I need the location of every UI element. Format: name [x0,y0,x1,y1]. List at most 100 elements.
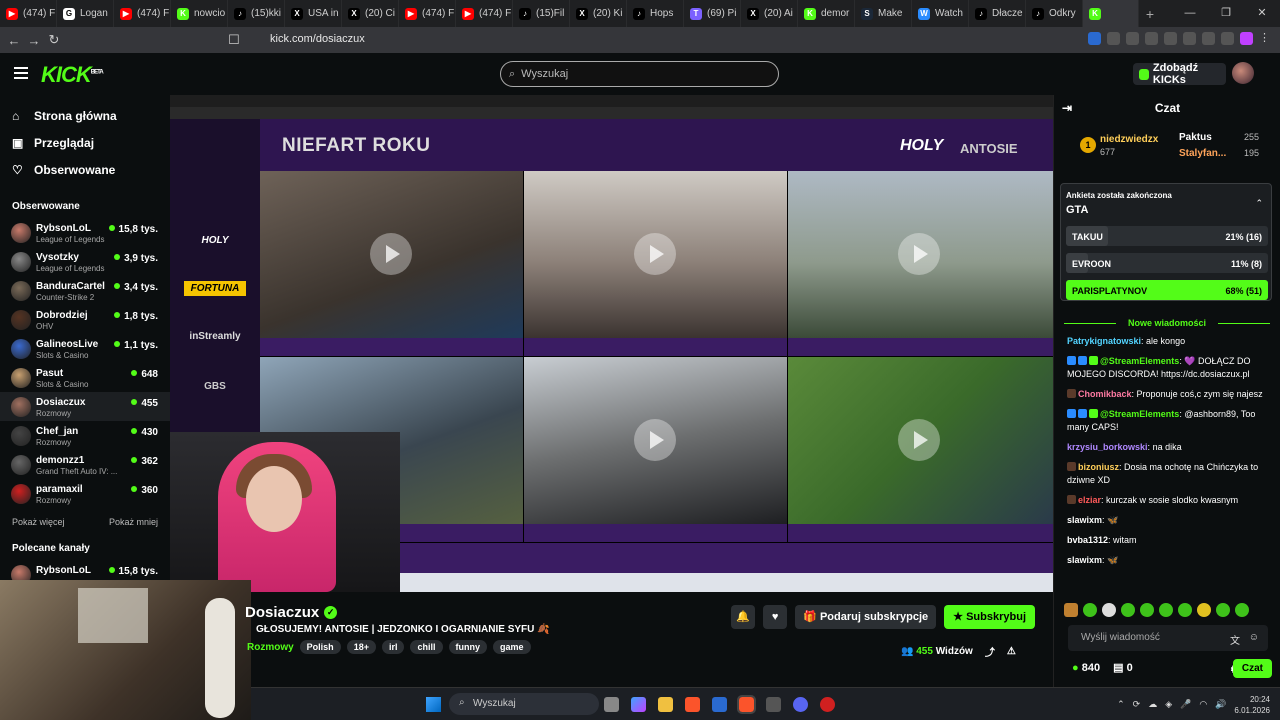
extension-icon[interactable] [1202,32,1215,45]
followed-channel[interactable]: Pasut Slots & Casino 648 [0,363,170,392]
menu-icon[interactable]: ⋮ [1259,32,1272,45]
followed-channel[interactable]: Vysotzky League of Legends 3,9 tys. [0,247,170,276]
user-avatar[interactable] [1232,62,1254,84]
copilot-icon[interactable] [631,697,646,712]
forward-icon[interactable]: → [24,33,44,48]
streamer-name[interactable]: Dosiaczux [245,604,319,621]
browser-tab[interactable]: X (20) Ai [741,0,798,27]
stream-tag[interactable]: 18+ [346,640,376,654]
share-icon[interactable]: ⤴ [985,644,995,659]
emote-icon[interactable] [1159,603,1173,617]
browser-tab[interactable]: ♪ Dłacze [969,0,1026,27]
chat-username[interactable]: elziar [1078,495,1101,505]
browser-tab[interactable]: ♪ Hops [627,0,684,27]
stream-tag[interactable]: irl [381,640,405,654]
browser-tab[interactable]: ▶ (474) F [456,0,513,27]
browser-tab[interactable]: Kdemor [798,0,855,27]
gift-subs-button[interactable]: 🎁 Podaruj subskrypcje [795,605,937,629]
emote-icon[interactable] [1197,603,1211,617]
chat-input[interactable]: Wyślij wiadomość 文 ☺ [1068,625,1268,651]
heart-icon[interactable]: ♥ [763,605,788,629]
stream-tag[interactable]: Polish [299,640,341,654]
store-icon[interactable] [712,697,727,712]
extension-icon[interactable] [1183,32,1196,45]
calculator-icon[interactable] [766,697,781,712]
browser-tab[interactable]: X USA in [285,0,342,27]
back-icon[interactable]: ← [4,33,24,48]
extension-icon[interactable] [1240,32,1253,45]
app-icon[interactable] [820,697,835,712]
emote-icon[interactable] [1064,603,1078,617]
chat-username[interactable]: Patrykignatowski [1067,336,1141,346]
leader-name[interactable]: niedzwiedzx [1100,134,1158,145]
browser-tab[interactable]: ▶ (474) F [0,0,57,27]
sidebar-nav-item[interactable]: ▣ Przeglądaj [0,129,170,156]
emote-icon[interactable] [1216,603,1230,617]
windows-start-icon[interactable] [426,697,441,712]
browser-tab[interactable]: ♪ (15)Fil [513,0,570,27]
extension-icon[interactable] [1088,32,1101,45]
show-less-link[interactable]: Pokaż mniej [109,517,158,527]
browser-tab[interactable]: X (20) Ki [570,0,627,27]
sidebar-nav-item[interactable]: ♡ Obserwowane [0,156,170,183]
chevron-up-icon[interactable]: ⌃ [1255,198,1263,209]
leader-name[interactable]: Stalyfan... [1179,148,1226,159]
browser-tab[interactable]: T (69) Pi [684,0,741,27]
chat-username[interactable]: @StreamElements [1100,409,1179,419]
close-window-icon[interactable]: ✕ [1244,0,1280,27]
chat-username[interactable]: krzysiu_borkowski [1067,442,1148,452]
stream-tag[interactable]: game [493,640,531,654]
followed-channel[interactable]: GalineosLive Slots & Casino 1,1 tys. [0,334,170,363]
tray-app-icon[interactable]: ☁ [1148,699,1157,710]
hamburger-icon[interactable] [14,67,28,79]
browser-tab[interactable]: Knowcio [171,0,228,27]
emoji-icon[interactable]: ☺ [1249,632,1259,643]
chat-username[interactable]: @StreamElements [1100,356,1179,366]
browser-tab[interactable]: K [1083,0,1139,27]
emote-icon[interactable] [1235,603,1249,617]
extension-icon[interactable] [1164,32,1177,45]
brave-active-icon[interactable] [737,695,756,714]
browser-tab[interactable]: X (20) Ci [342,0,399,27]
collapse-chat-icon[interactable]: ⇥ [1062,95,1072,121]
stream-tag[interactable]: chill [410,640,443,654]
followed-channel[interactable]: BanduraCartel Counter-Strike 2 3,4 tys. [0,276,170,305]
bookmark-icon[interactable]: ☐ [224,32,244,48]
emote-icon[interactable] [1121,603,1135,617]
show-more-link[interactable]: Pokaż więcej [12,517,65,527]
chat-username[interactable]: bvba1312 [1067,535,1108,545]
task-view-icon[interactable] [604,697,619,712]
volume-icon[interactable]: 🔊 [1215,699,1226,710]
url-field[interactable]: kick.com/dosiaczux [270,33,365,45]
extension-icon[interactable] [1126,32,1139,45]
browser-tab[interactable]: ▶ (474) F [114,0,171,27]
emote-icon[interactable] [1178,603,1192,617]
chat-username[interactable]: Chomikback [1078,389,1132,399]
emote-icon[interactable] [1140,603,1154,617]
translate-icon[interactable]: 文 [1230,632,1240,647]
discord-icon[interactable] [793,697,808,712]
maximize-icon[interactable]: ❐ [1208,0,1244,27]
followed-channel[interactable]: RybsonLoL League of Legends 15,8 tys. [0,218,170,247]
clock[interactable]: 20:24 6.01.2026 [1234,694,1270,716]
bell-icon[interactable]: 🔔 [731,605,756,629]
chat-username[interactable]: slawixm [1067,555,1102,565]
new-tab-icon[interactable]: + [1139,6,1161,22]
kick-logo[interactable]: KICKBETA [41,62,104,88]
browser-tab[interactable]: G Logan [57,0,114,27]
video-player[interactable]: HOLY FORTUNA inStreamly GBS NIEFART ROKU… [170,95,1053,592]
extension-icon[interactable] [1221,32,1234,45]
send-chat-button[interactable]: Czat [1232,659,1272,678]
search-input[interactable]: ⌕ Wyszukaj [500,61,779,87]
browser-tab[interactable]: ♪ (15)kki [228,0,285,27]
category-link[interactable]: Rozmowy [247,642,294,653]
explorer-icon[interactable] [658,697,673,712]
tray-app-icon[interactable]: ⟳ [1133,699,1141,710]
extension-icon[interactable] [1107,32,1120,45]
brave-icon[interactable] [685,697,700,712]
microphone-icon[interactable]: 🎤 [1180,699,1191,710]
chat-username[interactable]: slawixm [1067,515,1102,525]
browser-tab[interactable]: ▶ (474) F [399,0,456,27]
browser-tab[interactable]: ♪ Odkry [1026,0,1083,27]
tray-chevron-icon[interactable]: ⌃ [1117,699,1125,710]
